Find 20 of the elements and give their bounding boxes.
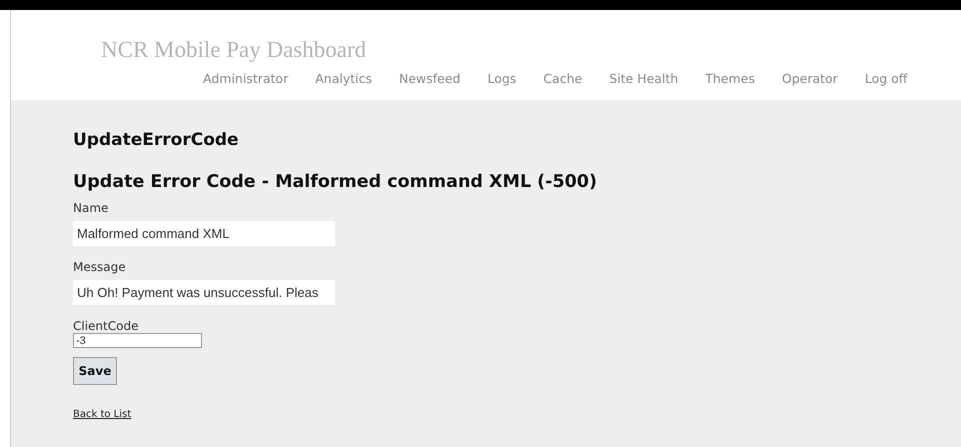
site-title: NCR Mobile Pay Dashboard: [101, 37, 366, 63]
field-label: Name: [73, 201, 108, 215]
page-title: UpdateErrorCode: [73, 130, 239, 150]
field-label: Message: [73, 260, 126, 274]
nav-link[interactable]: Logs: [487, 71, 516, 86]
save-button[interactable]: Save: [73, 357, 117, 385]
field-label: ClientCode: [73, 319, 138, 333]
nav-link[interactable]: Operator: [782, 71, 838, 86]
nav-link[interactable]: Newsfeed: [398, 71, 460, 86]
input-field[interactable]: Malformed command XML: [73, 221, 335, 246]
back-link[interactable]: Back to List: [73, 409, 132, 420]
nav-link[interactable]: Analytics: [315, 71, 372, 86]
nav-link[interactable]: Log off: [864, 71, 908, 86]
nav-link[interactable]: Themes: [705, 71, 755, 86]
input-field[interactable]: Uh Oh! Payment was unsuccessful. Pleas: [73, 280, 335, 305]
nav-link[interactable]: Site Health: [609, 71, 678, 86]
input-field[interactable]: -3: [73, 333, 202, 348]
nav-link[interactable]: Cache: [543, 71, 582, 86]
nav-link[interactable]: Administrator: [203, 71, 288, 86]
form-heading: Update Error Code - Malformed command XML (-500): [73, 172, 597, 192]
